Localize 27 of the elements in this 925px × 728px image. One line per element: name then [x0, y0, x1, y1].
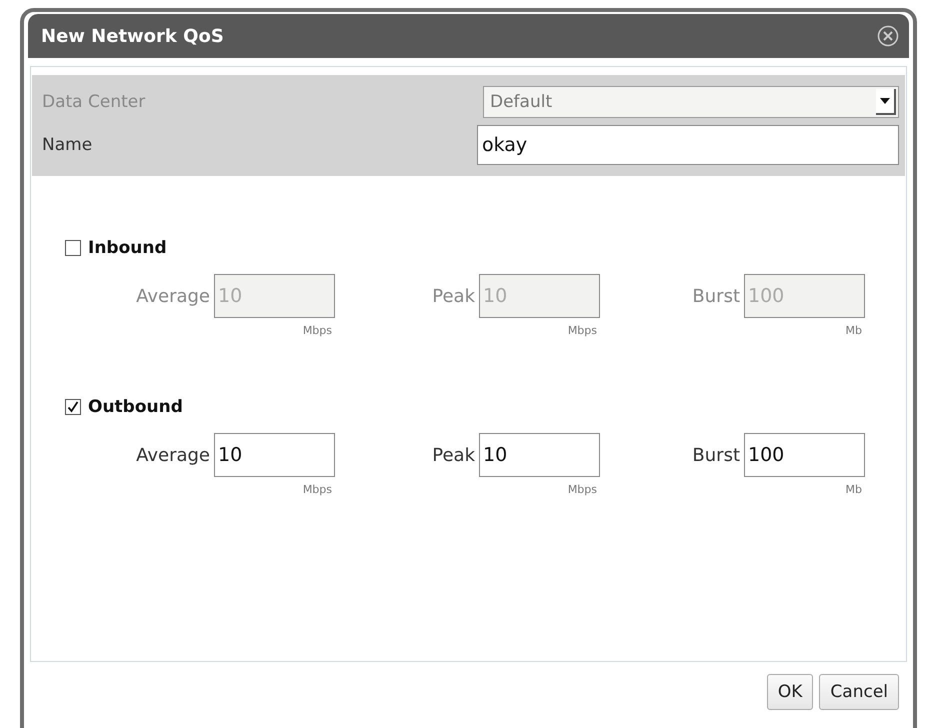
- field-label: Burst: [692, 444, 740, 466]
- unit-label: Mbps: [568, 324, 598, 337]
- cancel-button[interactable]: Cancel: [819, 674, 899, 710]
- unit-label: Mbps: [302, 483, 333, 496]
- field-label: Peak: [432, 286, 475, 306]
- window-title: New Network QoS: [41, 26, 224, 46]
- field-label: Average: [136, 286, 210, 306]
- rate-field[interactable]: 100: [744, 433, 865, 477]
- unit-label: Mb: [846, 324, 863, 337]
- field-label: Peak: [432, 444, 475, 466]
- unit-label: Mbps: [568, 483, 598, 496]
- checkbox-label: Inbound: [88, 238, 167, 258]
- caret-icon: [880, 98, 890, 104]
- rate-field[interactable]: 10: [479, 433, 600, 477]
- field-label: Average: [136, 444, 210, 466]
- checkbox[interactable]: [65, 240, 81, 256]
- unit-label: Mbps: [302, 324, 333, 337]
- checkbox[interactable]: [65, 399, 81, 415]
- rate-field[interactable]: 10: [214, 433, 335, 477]
- checkbox-label: Outbound: [88, 397, 183, 417]
- field-label: Burst: [692, 286, 740, 306]
- close-icon[interactable]: [877, 25, 899, 47]
- unit-label: Mb: [846, 483, 863, 496]
- name-field[interactable]: okay: [477, 125, 899, 165]
- field-label: Name: [42, 135, 92, 155]
- field-label: Data Center: [42, 92, 146, 112]
- ok-button[interactable]: OK: [766, 674, 814, 710]
